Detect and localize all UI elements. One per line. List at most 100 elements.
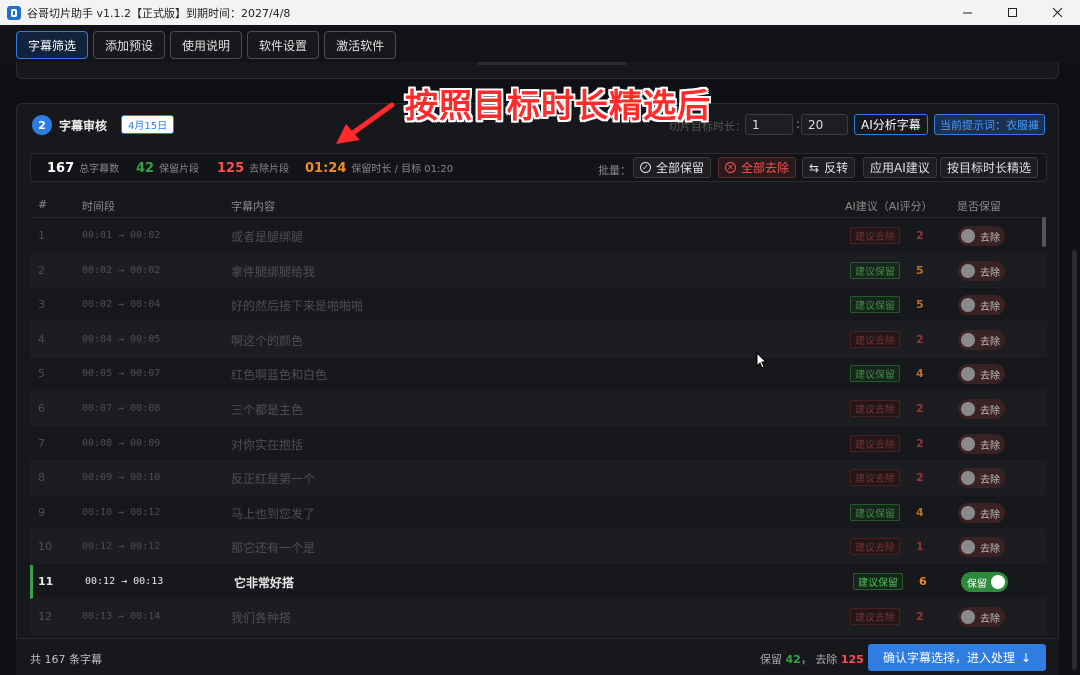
ai-score: 2 (916, 332, 924, 346)
main-toolbar: 字幕筛选 添加预设 使用说明 软件设置 激活软件 (0, 25, 1080, 65)
keep-all-button[interactable]: ✓ 全部保留 (633, 157, 712, 178)
ai-score: 5 (916, 298, 924, 312)
row-subtitle-text: 马上也到您发了 (231, 506, 316, 521)
table-row[interactable]: 7 00:08 → 00:09 对你实在抱括 建议去除 2 去除 (30, 427, 1047, 461)
keep-toggle[interactable]: 去除 (958, 502, 1005, 523)
toggle-label: 去除 (980, 336, 1000, 348)
row-time: 00:09 → 00:10 (82, 472, 161, 484)
collapsed-panel (16, 62, 1059, 79)
clip-length-minutes-input[interactable]: 1 (745, 114, 793, 135)
table-row[interactable]: 2 00:02 → 00:02 拿件腿绑腿给我 建议保留 5 去除 (30, 253, 1047, 288)
table-row[interactable]: 6 00:07 → 00:08 三个都是主色 建议去除 2 去除 (30, 392, 1047, 426)
toggle-label: 去除 (980, 302, 1000, 314)
row-time: 00:10 → 00:12 (82, 506, 161, 518)
step-badge: 2 (32, 115, 52, 135)
row-subtitle-text: 好的然后接下来是啪啪啪 (231, 299, 364, 314)
window-title: 谷哥切片助手 v1.1.2【正式版】到期时间：2027/4/8 (27, 6, 291, 20)
subtitle-review-panel: 2 字幕审核 4月15日 切片目标时长： 1 : 20 AI分析字幕 当前提示词… (16, 103, 1059, 675)
tab-activate[interactable]: 激活软件 (324, 31, 397, 59)
ai-score: 4 (916, 505, 924, 519)
ai-score: 1 (916, 540, 924, 554)
header-index: # (38, 198, 48, 211)
row-time: 00:04 → 00:05 (82, 333, 161, 345)
row-subtitle-text: 三个都是主色 (231, 403, 304, 417)
ai-suggestion-badge: 建议保留 (850, 365, 900, 383)
table-row[interactable]: 10 00:12 → 00:12 那它还有一个是 建议去除 1 去除 (30, 530, 1047, 565)
row-index: 9 (38, 505, 45, 519)
keep-toggle[interactable]: 去除 (958, 468, 1005, 489)
time-separator: : (796, 117, 801, 131)
ai-score: 4 (916, 367, 924, 381)
apply-ai-button[interactable]: 应用AI建议 (863, 157, 937, 178)
table-row[interactable]: 3 00:02 → 00:04 好的然后接下来是啪啪啪 建议保留 5 去除 (30, 288, 1047, 323)
window-scrollbar[interactable] (1072, 250, 1077, 670)
row-subtitle-text: 红色啊蓝色和白色 (231, 368, 328, 383)
toggle-label: 去除 (980, 475, 1000, 487)
row-index: 8 (38, 471, 45, 485)
table-row[interactable]: 9 00:10 → 00:12 马上也到您发了 建议保留 4 去除 (30, 496, 1047, 530)
toggle-label: 去除 (980, 233, 1000, 244)
table-row[interactable]: 12 00:13 → 00:14 我们各种搭 建议去除 2 去除 (30, 599, 1047, 634)
toggle-label: 去除 (980, 509, 1000, 521)
toggle-knob (961, 471, 975, 486)
table-header: # 时间段 字幕内容 AI建议（AI评分） 是否保留 (30, 191, 1047, 218)
clip-length-seconds-input[interactable]: 20 (801, 114, 848, 135)
ai-suggestion-badge: 建议去除 (850, 400, 900, 417)
keep-toggle[interactable]: 去除 (958, 329, 1005, 350)
keep-toggle[interactable]: 去除 (958, 399, 1005, 419)
ai-suggestion-badge: 建议去除 (850, 538, 900, 556)
keep-toggle[interactable]: 去除 (958, 537, 1005, 558)
toggle-knob (961, 298, 975, 313)
row-time: 00:13 → 00:14 (82, 610, 161, 622)
stat-keep: 42 保留片段 (136, 161, 200, 176)
toggle-knob (961, 505, 975, 520)
maximize-icon[interactable] (990, 0, 1035, 25)
toggle-label: 去除 (980, 267, 1000, 279)
confirm-button[interactable]: 确认字幕选择，进入处理 ↓ (868, 644, 1046, 671)
row-time: 00:12 → 00:12 (82, 541, 161, 553)
app-icon (7, 5, 21, 20)
invert-button[interactable]: ⇆ 反转 (802, 157, 856, 178)
keep-toggle[interactable]: 去除 (958, 364, 1005, 385)
table-row[interactable]: 11 00:12 → 00:13 它非常好搭 建议保留 6 保留 (30, 565, 1047, 599)
row-subtitle-text: 或者是腿绑腿 (231, 230, 304, 244)
footer-bar: 共 167 条字幕 保留 42， 去除 125 确认字幕选择，进入处理 ↓ (16, 638, 1059, 675)
keep-toggle[interactable]: 去除 (958, 295, 1005, 316)
remove-all-button[interactable]: ✕ 全部去除 (718, 157, 797, 178)
row-index: 2 (38, 263, 45, 277)
annotation-text: 按照目标时长精选后 (405, 86, 711, 125)
close-icon[interactable] (1035, 0, 1080, 25)
ai-analyze-button[interactable]: AI分析字幕 (854, 114, 928, 135)
keep-toggle[interactable]: 去除 (958, 226, 1005, 246)
tab-instructions[interactable]: 使用说明 (170, 31, 243, 59)
stat-duration: 01:24 保留时长 / 目标 01:20 (305, 161, 454, 176)
ai-suggestion-badge: 建议去除 (850, 434, 900, 452)
keep-toggle[interactable]: 去除 (958, 260, 1005, 281)
row-subtitle-text: 我们各种搭 (231, 610, 292, 625)
ai-suggestion-badge: 建议保留 (853, 573, 903, 590)
table-row[interactable]: 4 00:04 → 00:05 啊这个的颜色 建议去除 2 去除 (30, 322, 1047, 357)
current-prompt-button[interactable]: 当前提示词：衣服褲 (934, 114, 1045, 135)
keep-toggle[interactable]: 保留 (961, 572, 1008, 592)
row-subtitle-text: 它非常好搭 (234, 576, 295, 590)
ai-score: 2 (916, 609, 924, 623)
minimize-icon[interactable] (945, 0, 990, 25)
mouse-cursor-icon (756, 352, 768, 369)
stats-bar: 167 总字幕数 42 保留片段 125 去除片段 01:24 保留时长 / 目标 01… (30, 153, 1047, 182)
row-index: 5 (38, 367, 45, 381)
row-time: 00:02 → 00:02 (82, 264, 161, 276)
toggle-knob (961, 263, 975, 278)
tab-settings[interactable]: 软件设置 (247, 31, 320, 59)
annotation-arrow-icon (336, 102, 395, 144)
row-index: 6 (38, 402, 45, 415)
table-row[interactable]: 1 00:01 → 00:02 或者是腿绑腿 建议去除 2 去除 (30, 219, 1047, 253)
tab-subtitle-filter[interactable]: 字幕筛选 (16, 31, 89, 59)
keep-toggle[interactable]: 去除 (958, 606, 1005, 627)
row-index: 1 (38, 229, 45, 242)
table-row[interactable]: 8 00:09 → 00:10 反正红是第一个 建议去除 2 去除 (30, 461, 1047, 496)
select-by-target-button[interactable]: 按目标时长精选 (940, 157, 1039, 178)
tab-add-preset[interactable]: 添加预设 (93, 31, 166, 59)
table-row[interactable]: 5 00:05 → 00:07 红色啊蓝色和白色 建议保留 4 去除 (30, 357, 1047, 392)
stat-total: 167 总字幕数 (47, 161, 120, 176)
keep-toggle[interactable]: 去除 (958, 433, 1005, 454)
